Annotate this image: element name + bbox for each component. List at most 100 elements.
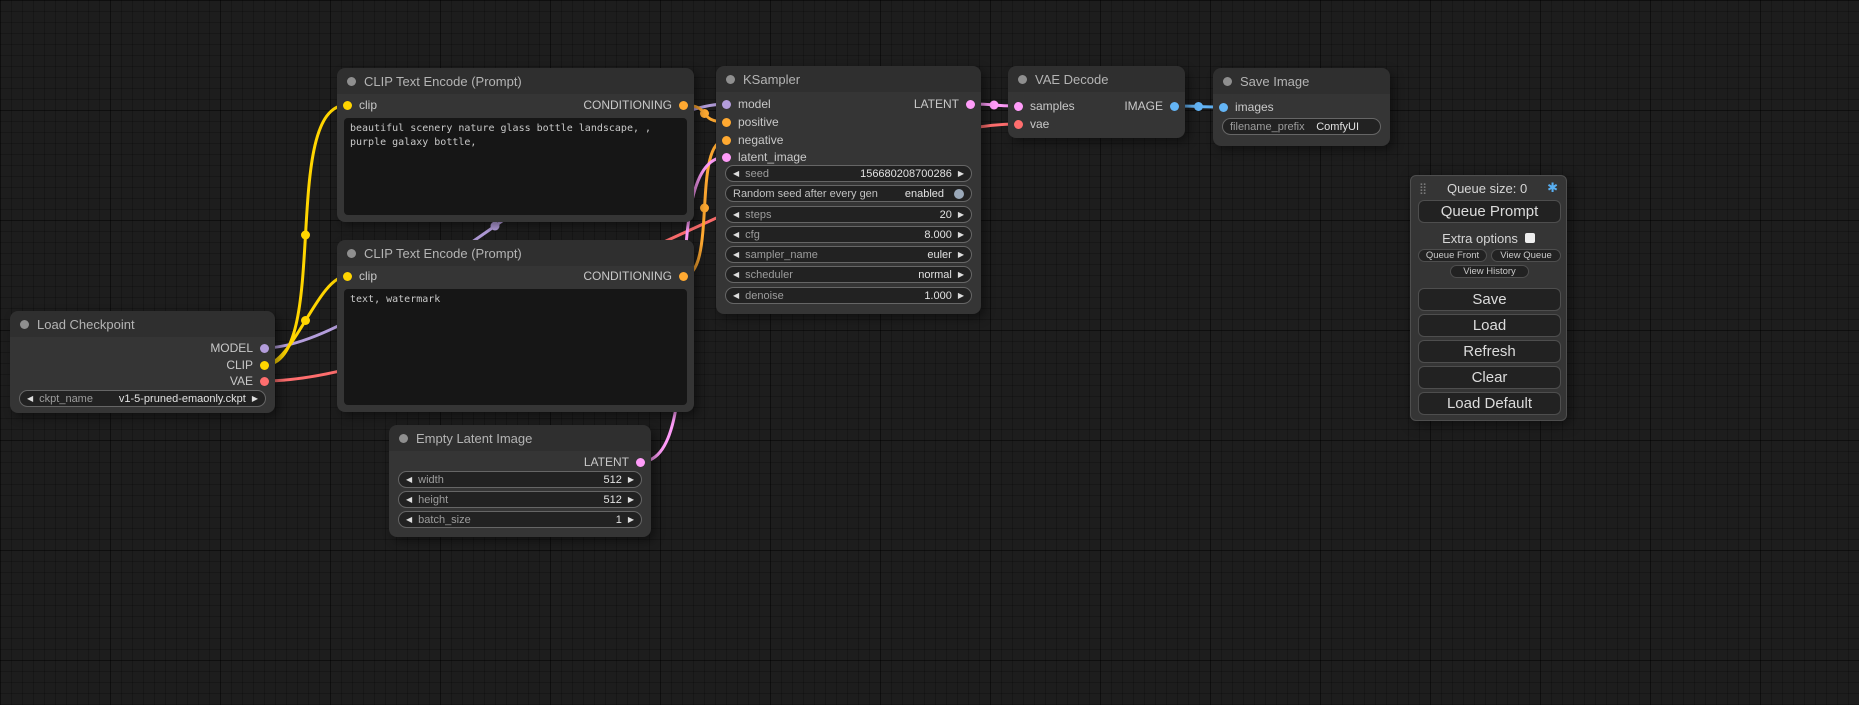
extra-options-checkbox[interactable] <box>1525 233 1535 243</box>
clip-input-dot[interactable] <box>343 101 352 110</box>
negative-prompt-textarea[interactable]: text, watermark <box>344 289 687 405</box>
denoise-widget[interactable]: ◀ denoise 1.000 ▶ <box>725 287 972 304</box>
save-button[interactable]: Save <box>1418 288 1561 311</box>
node-vae-decode[interactable]: VAE Decode samples vae IMAGE <box>1008 66 1185 138</box>
increment-arrow-icon[interactable]: ▶ <box>628 496 634 504</box>
view-queue-button[interactable]: View Queue <box>1491 249 1561 262</box>
conditioning-output-dot[interactable] <box>679 272 688 281</box>
increment-arrow-icon[interactable]: ▶ <box>628 516 634 524</box>
model-input-dot[interactable] <box>722 100 731 109</box>
collapse-dot-icon[interactable] <box>1223 77 1232 86</box>
increment-arrow-icon[interactable]: ▶ <box>958 251 964 259</box>
load-button[interactable]: Load <box>1418 314 1561 337</box>
filename-prefix-widget[interactable]: filename_prefix ComfyUI <box>1222 118 1381 135</box>
drag-handle-icon[interactable]: ⣿ <box>1419 182 1427 195</box>
clip-input-dot[interactable] <box>343 272 352 281</box>
output-slot-latent[interactable]: LATENT <box>914 97 975 111</box>
collapse-dot-icon[interactable] <box>1018 75 1027 84</box>
increment-arrow-icon[interactable]: ▶ <box>628 476 634 484</box>
input-slot-model[interactable]: model <box>722 97 771 111</box>
decrement-arrow-icon[interactable]: ◀ <box>406 496 412 504</box>
widget-value: 512 <box>603 494 621 506</box>
settings-gear-icon[interactable]: ✱ <box>1547 180 1558 196</box>
input-slot-latent-image[interactable]: latent_image <box>722 150 807 164</box>
view-history-button[interactable]: View History <box>1450 265 1529 278</box>
batch-size-widget[interactable]: ◀ batch_size 1 ▶ <box>398 511 642 528</box>
extra-options-label: Extra options <box>1442 231 1518 246</box>
clear-button[interactable]: Clear <box>1418 366 1561 389</box>
toggle-knob[interactable] <box>954 189 964 199</box>
vae-output-dot[interactable] <box>260 377 269 386</box>
width-widget[interactable]: ◀ width 512 ▶ <box>398 471 642 488</box>
increment-arrow-icon[interactable]: ▶ <box>252 395 258 403</box>
output-slot-conditioning[interactable]: CONDITIONING <box>583 98 688 112</box>
latent-input-dot[interactable] <box>722 153 731 162</box>
sampler-name-widget[interactable]: ◀ sampler_name euler ▶ <box>725 246 972 263</box>
graph-canvas[interactable]: Load Checkpoint MODEL CLIP VAE ◀ ckpt_na… <box>0 0 1859 705</box>
random-seed-toggle[interactable]: Random seed after every gen enabled <box>725 185 972 202</box>
decrement-arrow-icon[interactable]: ◀ <box>406 516 412 524</box>
latent-output-dot[interactable] <box>966 100 975 109</box>
output-slot-clip[interactable]: CLIP <box>226 358 269 372</box>
node-title: CLIP Text Encode (Prompt) <box>364 246 522 261</box>
decrement-arrow-icon[interactable]: ◀ <box>733 211 739 219</box>
scheduler-widget[interactable]: ◀ scheduler normal ▶ <box>725 266 972 283</box>
samples-input-dot[interactable] <box>1014 102 1023 111</box>
input-slot-vae[interactable]: vae <box>1014 117 1049 131</box>
input-slot-images[interactable]: images <box>1219 100 1274 114</box>
input-slot-negative[interactable]: negative <box>722 133 783 147</box>
node-save-image[interactable]: Save Image images filename_prefix ComfyU… <box>1213 68 1390 146</box>
output-slot-vae[interactable]: VAE <box>230 374 269 388</box>
increment-arrow-icon[interactable]: ▶ <box>958 271 964 279</box>
image-output-dot[interactable] <box>1170 102 1179 111</box>
output-slot-image[interactable]: IMAGE <box>1124 99 1179 113</box>
collapse-dot-icon[interactable] <box>20 320 29 329</box>
negative-input-dot[interactable] <box>722 136 731 145</box>
decrement-arrow-icon[interactable]: ◀ <box>733 271 739 279</box>
decrement-arrow-icon[interactable]: ◀ <box>733 231 739 239</box>
output-slot-conditioning[interactable]: CONDITIONING <box>583 269 688 283</box>
increment-arrow-icon[interactable]: ▶ <box>958 292 964 300</box>
queue-prompt-button[interactable]: Queue Prompt <box>1418 200 1561 223</box>
output-slot-latent[interactable]: LATENT <box>584 455 645 469</box>
input-slot-positive[interactable]: positive <box>722 115 779 129</box>
increment-arrow-icon[interactable]: ▶ <box>958 211 964 219</box>
decrement-arrow-icon[interactable]: ◀ <box>406 476 412 484</box>
wire-clip-positive <box>264 105 347 365</box>
refresh-button[interactable]: Refresh <box>1418 340 1561 363</box>
node-clip-text-encode-negative[interactable]: CLIP Text Encode (Prompt) clip CONDITION… <box>337 240 694 412</box>
cfg-widget[interactable]: ◀ cfg 8.000 ▶ <box>725 226 972 243</box>
collapse-dot-icon[interactable] <box>399 434 408 443</box>
load-default-button[interactable]: Load Default <box>1418 392 1561 415</box>
vae-input-dot[interactable] <box>1014 120 1023 129</box>
images-input-dot[interactable] <box>1219 103 1228 112</box>
node-ksampler[interactable]: KSampler model positive negative latent_… <box>716 66 981 314</box>
positive-prompt-textarea[interactable]: beautiful scenery nature glass bottle la… <box>344 118 687 215</box>
output-slot-model[interactable]: MODEL <box>210 341 269 355</box>
steps-widget[interactable]: ◀ steps 20 ▶ <box>725 206 972 223</box>
decrement-arrow-icon[interactable]: ◀ <box>27 395 33 403</box>
decrement-arrow-icon[interactable]: ◀ <box>733 292 739 300</box>
model-output-dot[interactable] <box>260 344 269 353</box>
decrement-arrow-icon[interactable]: ◀ <box>733 170 739 178</box>
node-load-checkpoint[interactable]: Load Checkpoint MODEL CLIP VAE ◀ ckpt_na… <box>10 311 275 413</box>
collapse-dot-icon[interactable] <box>347 249 356 258</box>
increment-arrow-icon[interactable]: ▶ <box>958 170 964 178</box>
node-clip-text-encode-positive[interactable]: CLIP Text Encode (Prompt) clip CONDITION… <box>337 68 694 222</box>
positive-input-dot[interactable] <box>722 118 731 127</box>
clip-output-dot[interactable] <box>260 361 269 370</box>
collapse-dot-icon[interactable] <box>347 77 356 86</box>
decrement-arrow-icon[interactable]: ◀ <box>733 251 739 259</box>
input-slot-clip[interactable]: clip <box>343 98 377 112</box>
input-slot-samples[interactable]: samples <box>1014 99 1075 113</box>
height-widget[interactable]: ◀ height 512 ▶ <box>398 491 642 508</box>
latent-output-dot[interactable] <box>636 458 645 467</box>
queue-front-button[interactable]: Queue Front <box>1418 249 1487 262</box>
collapse-dot-icon[interactable] <box>726 75 735 84</box>
ckpt-name-widget[interactable]: ◀ ckpt_name v1-5-pruned-emaonly.ckpt ▶ <box>19 390 266 407</box>
seed-widget[interactable]: ◀ seed 156680208700286 ▶ <box>725 165 972 182</box>
conditioning-output-dot[interactable] <box>679 101 688 110</box>
input-slot-clip[interactable]: clip <box>343 269 377 283</box>
increment-arrow-icon[interactable]: ▶ <box>958 231 964 239</box>
node-empty-latent-image[interactable]: Empty Latent Image LATENT ◀ width 512 ▶ … <box>389 425 651 537</box>
